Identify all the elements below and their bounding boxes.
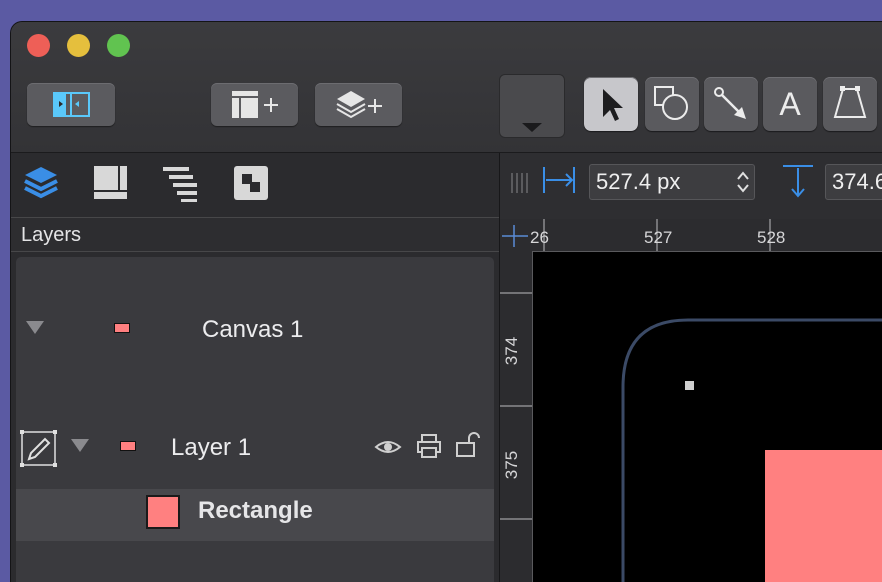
shape-tool-button[interactable] xyxy=(645,77,699,131)
y-position-field[interactable]: 374.6 xyxy=(825,164,882,200)
svg-text:A: A xyxy=(779,86,801,122)
ruler-tick-label: 375 xyxy=(502,450,522,480)
chevron-down-icon xyxy=(522,123,542,132)
layer-row-label[interactable]: Layer 1 xyxy=(171,434,251,462)
tab-canvases[interactable] xyxy=(91,163,131,203)
ruler-tick-label: 527 xyxy=(644,228,673,247)
tab-object[interactable] xyxy=(231,163,271,203)
x-stepper-icon[interactable] xyxy=(736,170,750,194)
tab-layers[interactable] xyxy=(21,163,61,203)
layers-header-label: Layers xyxy=(21,224,82,246)
ruler-tick-label: 528 xyxy=(757,228,786,247)
y-position-icon xyxy=(783,165,813,198)
app-window: A Layers Canvas 1 Layer 1 Rectangle 527.… xyxy=(11,22,882,582)
x-position-icon xyxy=(543,167,575,193)
object-row-label: Rectangle xyxy=(198,497,313,524)
close-window-button[interactable] xyxy=(27,34,50,57)
new-layer-button[interactable] xyxy=(315,83,402,126)
layers-stack-icon xyxy=(24,167,58,199)
visibility-eye-icon[interactable] xyxy=(374,437,402,457)
tab-outline[interactable] xyxy=(161,163,201,203)
layer-plus-icon xyxy=(336,91,382,119)
toolbar: A xyxy=(11,22,882,153)
layer-color-swatch xyxy=(120,441,136,451)
bezier-pen-icon xyxy=(833,86,867,118)
horizontal-ruler[interactable]: 26 527 528 xyxy=(500,219,882,252)
horizontal-ruler-ticks xyxy=(502,219,771,251)
rectangle-shape[interactable] xyxy=(765,450,882,582)
canvas-plus-icon xyxy=(232,91,278,118)
canvases-grid-icon xyxy=(94,166,127,199)
vertical-ruler-ticks xyxy=(500,292,532,520)
new-canvas-button[interactable] xyxy=(211,83,298,126)
ruler-tick-label: 374 xyxy=(502,336,522,366)
layers-section-header: Layers xyxy=(11,217,499,252)
bezier-tool-button[interactable] xyxy=(823,77,877,131)
rectangle-thumbnail xyxy=(146,495,180,529)
object-icon xyxy=(234,166,268,200)
sidebar: Layers Canvas 1 Layer 1 Rectangle xyxy=(11,153,500,582)
text-tool-button[interactable]: A xyxy=(763,77,817,131)
toggle-sidebar-button[interactable] xyxy=(27,83,115,126)
canvas-disclosure-triangle-icon[interactable] xyxy=(26,321,44,334)
layers-list: Canvas 1 Layer 1 Rectangle xyxy=(16,257,494,582)
unlocked-padlock-icon[interactable] xyxy=(455,431,481,459)
minimize-window-button[interactable] xyxy=(67,34,90,57)
drawing-canvas[interactable] xyxy=(533,252,882,582)
vertical-ruler[interactable]: 374 375 xyxy=(500,251,533,582)
text-a-icon: A xyxy=(779,86,801,122)
canvas-row-label[interactable]: Canvas 1 xyxy=(202,316,303,344)
line-tool-button[interactable] xyxy=(704,77,758,131)
shape-icon xyxy=(654,86,688,120)
position-inspector: 527.4 px 374.6 xyxy=(500,153,882,219)
y-position-value: 374.6 xyxy=(832,169,882,194)
x-position-value: 527.4 px xyxy=(596,169,681,194)
selection-handle[interactable] xyxy=(685,381,694,390)
canvas-artwork xyxy=(621,318,882,582)
ruler-hatch-icon xyxy=(511,173,528,193)
line-arrow-icon xyxy=(714,87,746,119)
selection-tool-button[interactable] xyxy=(584,77,638,131)
layer-disclosure-triangle-icon[interactable] xyxy=(71,439,89,452)
printer-icon[interactable] xyxy=(416,433,442,459)
pointer-arrow-icon xyxy=(603,89,623,121)
canvas-color-swatch xyxy=(114,323,130,333)
zoom-window-button[interactable] xyxy=(107,34,130,57)
sidebar-toggle-icon xyxy=(53,92,90,117)
layer-drawing-pencil-icon[interactable] xyxy=(19,429,59,469)
x-position-field[interactable]: 527.4 px xyxy=(589,164,755,200)
ruler-tick-label: 26 xyxy=(530,228,549,247)
style-tray-button[interactable] xyxy=(499,74,565,138)
object-row-rectangle[interactable]: Rectangle xyxy=(16,489,494,541)
outline-list-icon xyxy=(163,167,197,202)
